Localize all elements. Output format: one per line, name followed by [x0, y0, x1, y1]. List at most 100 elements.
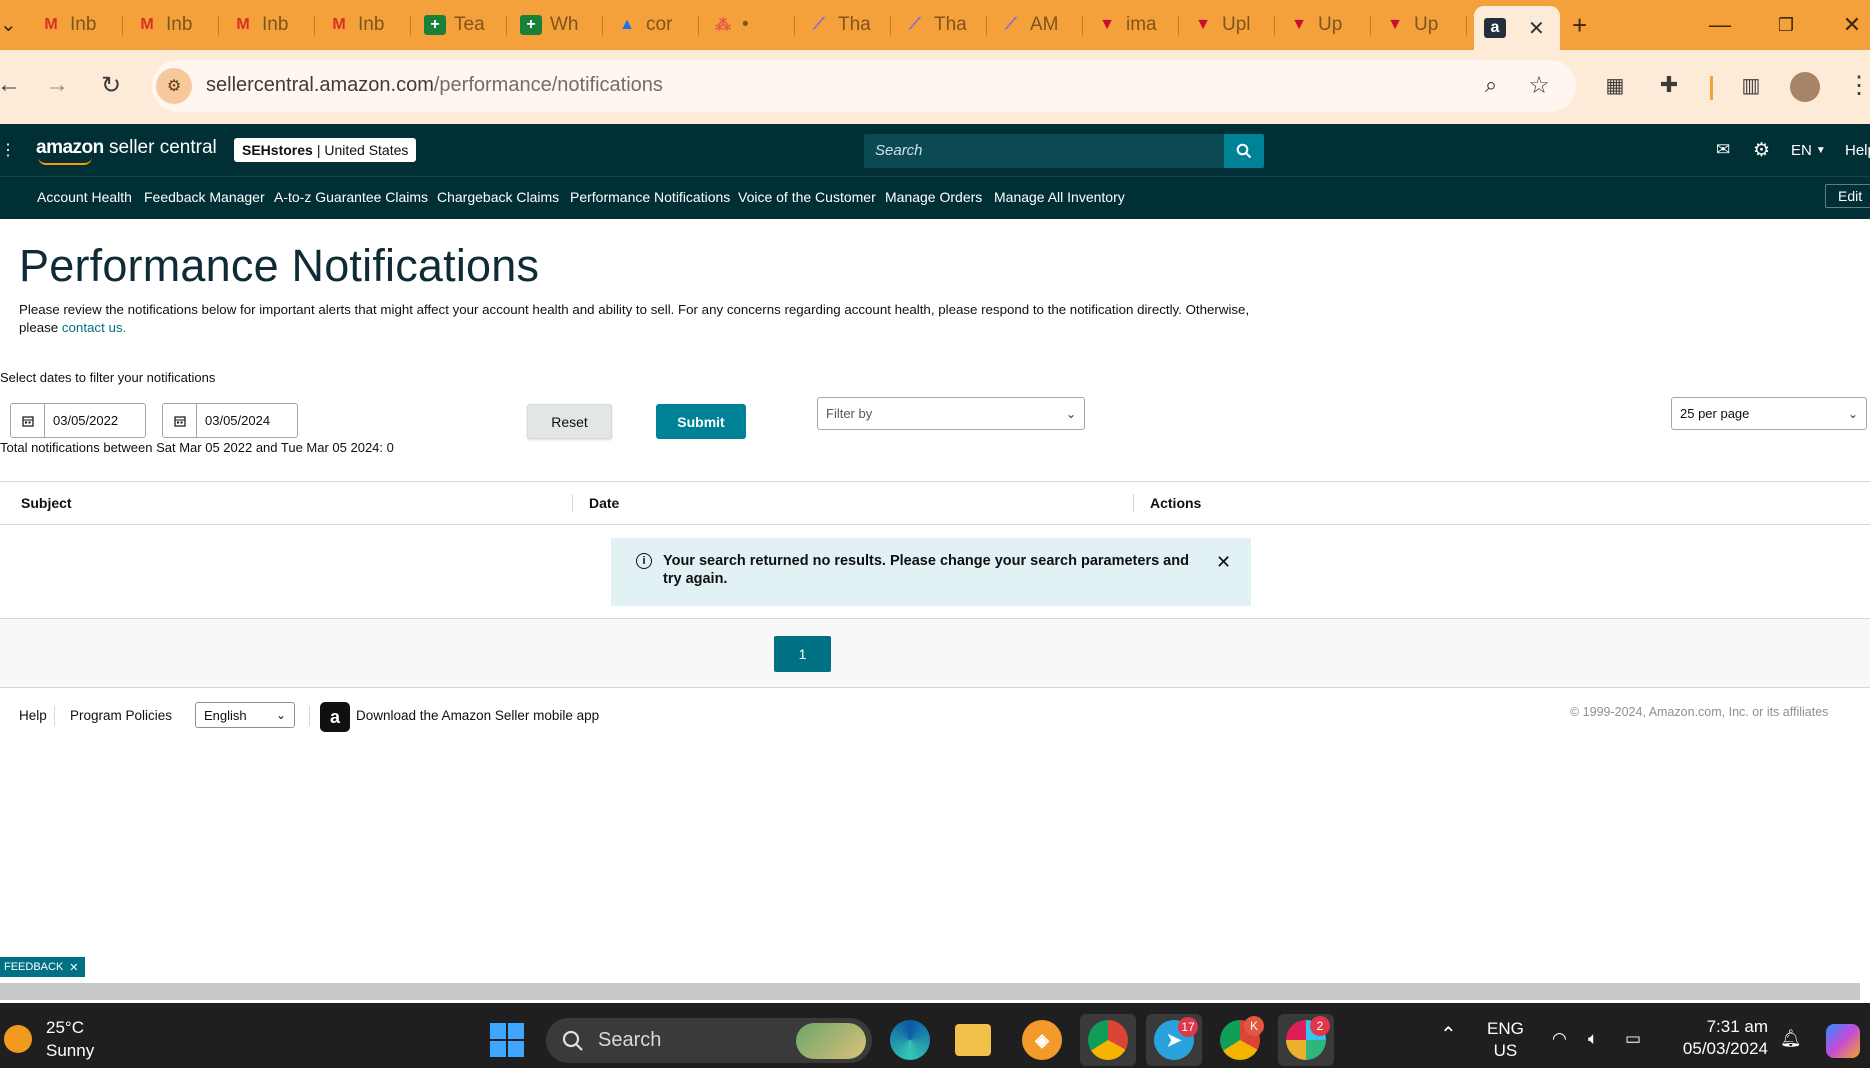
copilot-icon[interactable]: [1826, 1024, 1860, 1058]
browser-tab[interactable]: M Inb: [222, 8, 318, 42]
footer-help-link[interactable]: Help: [19, 708, 47, 723]
close-window-button[interactable]: ✕: [1822, 6, 1870, 44]
calendar-icon[interactable]: [163, 404, 197, 437]
edge-icon[interactable]: [890, 1020, 930, 1060]
seller-search-input[interactable]: Search: [864, 134, 1226, 168]
battery-icon[interactable]: ▭: [1625, 1028, 1641, 1050]
minimize-button[interactable]: —: [1690, 6, 1750, 44]
language-selector[interactable]: EN ▼: [1791, 138, 1826, 162]
nav-performance-notifications[interactable]: Performance Notifications: [570, 189, 730, 205]
close-alert-icon[interactable]: ✕: [1216, 552, 1231, 573]
tab-close-icon[interactable]: ✕: [1528, 16, 1545, 41]
volume-icon[interactable]: 🔈︎: [1588, 1028, 1598, 1050]
store-region: | United States: [316, 142, 409, 158]
windows-start-icon[interactable]: [490, 1023, 524, 1057]
amazon-app-icon[interactable]: a: [320, 702, 350, 732]
browser-tab[interactable]: ⟋ Tha: [894, 8, 990, 42]
mail-icon[interactable]: ✉: [1716, 138, 1730, 162]
profile-avatar[interactable]: [1790, 72, 1820, 102]
seller-central-logo[interactable]: amazon seller central: [36, 137, 217, 159]
weather-sun-icon[interactable]: [4, 1025, 32, 1053]
url-text[interactable]: sellercentral.amazon.com/performance/not…: [206, 74, 663, 97]
tab-title: Up: [1318, 14, 1343, 35]
browser-tab[interactable]: ▲ cor: [606, 8, 702, 42]
footer-program-policies-link[interactable]: Program Policies: [70, 708, 172, 723]
tab-separator: [698, 16, 699, 36]
extensions-icon[interactable]: ✚: [1646, 62, 1692, 108]
nav-chargeback-claims[interactable]: Chargeback Claims: [437, 189, 559, 205]
nav-feedback-manager[interactable]: Feedback Manager: [144, 189, 265, 205]
hamburger-menu-icon[interactable]: ⋮: [0, 140, 16, 160]
submit-button[interactable]: Submit: [656, 404, 746, 439]
clock[interactable]: 7:31 am 05/03/2024: [1672, 1016, 1768, 1060]
clock-time: 7:31 am: [1706, 1017, 1768, 1036]
browser-tab[interactable]: ⟋ Tha: [798, 8, 894, 42]
nav-manage-inventory[interactable]: Manage All Inventory: [994, 189, 1125, 205]
chevron-down-icon: ▼: [1815, 144, 1826, 156]
browser-tab[interactable]: ⁂ •: [702, 8, 798, 42]
browser-menu-icon[interactable]: ⋮: [1836, 62, 1870, 108]
notification-bell-icon[interactable]: 🔔︎: [1780, 1028, 1802, 1050]
browser-tab[interactable]: M Inb: [318, 8, 414, 42]
footer-language-select[interactable]: English ⌄: [195, 702, 295, 728]
browser-tab[interactable]: + Wh: [510, 8, 606, 42]
reset-button[interactable]: Reset: [527, 404, 612, 439]
page-button-current[interactable]: 1: [774, 636, 831, 672]
chrome-icon[interactable]: [1088, 1020, 1128, 1060]
tray-overflow-icon[interactable]: ⌃: [1440, 1024, 1457, 1046]
zoom-icon[interactable]: ⌕: [1468, 62, 1514, 108]
nav-a-to-z-claims[interactable]: A-to-z Guarantee Claims: [274, 189, 428, 205]
telegram-badge: 17: [1178, 1017, 1198, 1037]
reload-button[interactable]: ↻: [88, 62, 134, 108]
contact-us-link[interactable]: contact us.: [62, 320, 126, 335]
date-from-field[interactable]: 03/05/2022: [10, 403, 146, 438]
horizontal-scrollbar[interactable]: [0, 983, 1860, 1000]
store-selector[interactable]: SEHstores | United States: [234, 138, 417, 162]
footer-language-value: English: [204, 707, 247, 723]
wifi-icon[interactable]: ◠: [1552, 1028, 1567, 1050]
calendar-icon[interactable]: [11, 404, 45, 437]
browser-tab[interactable]: ▼ Up: [1278, 8, 1374, 42]
vpn-shield-icon[interactable]: ◈: [1022, 1020, 1062, 1060]
new-tab-button[interactable]: +: [1572, 10, 1587, 41]
feedback-tab[interactable]: FEEDBACK ✕: [0, 957, 85, 977]
clickup-icon: ⟋: [1005, 16, 1017, 33]
info-icon: i: [636, 553, 652, 569]
download-app-link[interactable]: Download the Amazon Seller mobile app: [356, 708, 599, 723]
site-info-icon[interactable]: ⚙: [156, 68, 192, 104]
taskbar-search[interactable]: Search: [546, 1018, 872, 1063]
browser-tab[interactable]: ▼ ima: [1086, 8, 1182, 42]
tab-title: Tha: [838, 14, 871, 35]
close-icon[interactable]: ✕: [69, 961, 78, 974]
back-button[interactable]: ←: [0, 62, 32, 108]
copyright-text: © 1999-2024, Amazon.com, Inc. or its aff…: [1570, 705, 1829, 719]
file-explorer-icon[interactable]: [955, 1024, 991, 1056]
browser-tab[interactable]: ▼ Up: [1374, 8, 1470, 42]
browser-tab[interactable]: ▼ Upl: [1182, 8, 1278, 42]
qr-code-icon[interactable]: ▦: [1592, 62, 1638, 108]
nav-voice-of-customer[interactable]: Voice of the Customer: [738, 189, 876, 205]
nav-manage-orders[interactable]: Manage Orders: [885, 189, 982, 205]
forward-button[interactable]: →: [34, 62, 80, 108]
weather-widget[interactable]: 25°C Sunny: [46, 1016, 94, 1062]
nav-account-health[interactable]: Account Health: [37, 189, 132, 205]
browser-tab[interactable]: + Tea: [414, 8, 510, 42]
edit-nav-button[interactable]: Edit: [1825, 184, 1870, 208]
seller-search-button[interactable]: [1224, 134, 1264, 168]
help-link[interactable]: Help: [1845, 138, 1870, 162]
filter-by-dropdown[interactable]: Filter by ⌄: [817, 397, 1085, 430]
side-panel-icon[interactable]: ▥: [1728, 62, 1774, 108]
bookmark-star-icon[interactable]: ☆: [1516, 62, 1562, 108]
column-subject[interactable]: Subject: [21, 495, 72, 511]
column-date[interactable]: Date: [589, 495, 619, 511]
date-to-field[interactable]: 03/05/2024: [162, 403, 298, 438]
restore-button[interactable]: ❐: [1756, 6, 1816, 44]
input-language[interactable]: ENG US: [1487, 1018, 1524, 1062]
browser-tab[interactable]: ⟋ AM: [990, 8, 1086, 42]
tab-scroll-chevron[interactable]: ⌄: [0, 12, 17, 37]
browser-tab[interactable]: M Inb: [126, 8, 222, 42]
browser-tab[interactable]: M Inb: [30, 8, 126, 42]
settings-gear-icon[interactable]: ⚙: [1753, 138, 1770, 162]
tab-active-seller-central[interactable]: a ✕: [1474, 6, 1560, 50]
per-page-dropdown[interactable]: 25 per page ⌄: [1671, 397, 1867, 430]
